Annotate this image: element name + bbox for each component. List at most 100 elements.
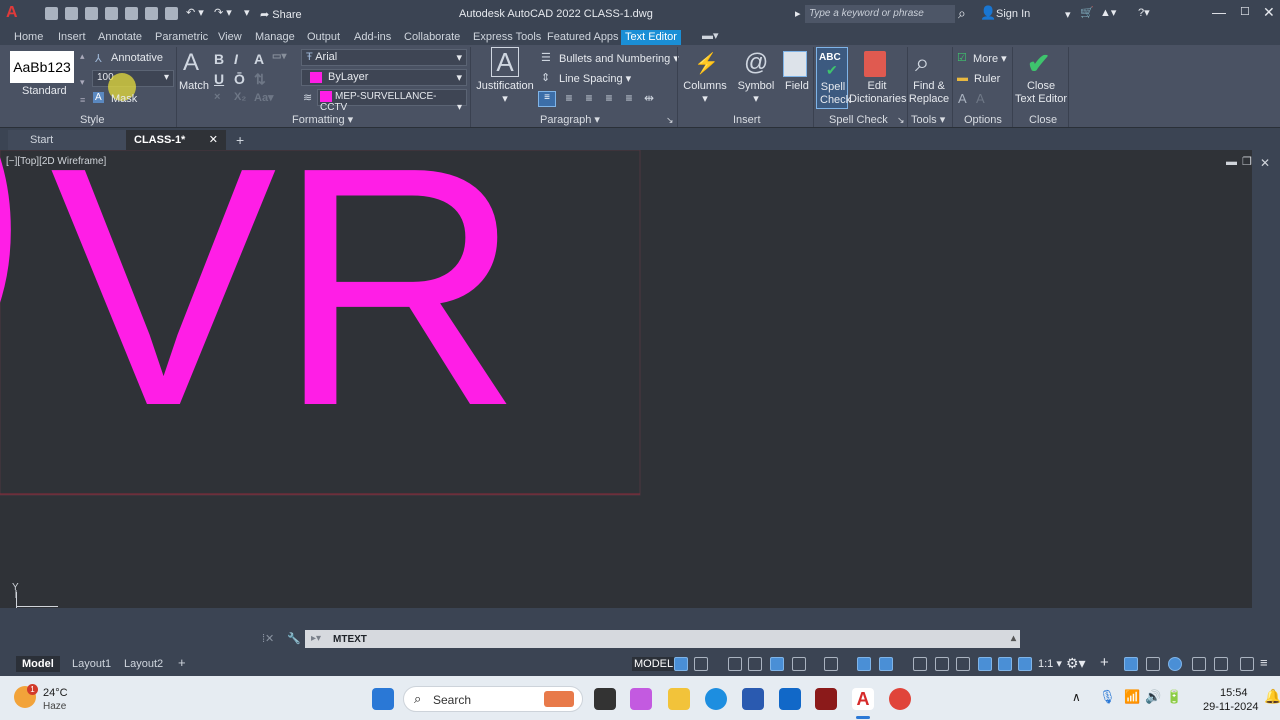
underline-button[interactable]: U [214, 71, 224, 87]
find-replace-button[interactable]: Find & Replace [908, 80, 950, 106]
paragraph-launcher-icon[interactable]: ↘ [666, 113, 674, 127]
save-icon[interactable] [85, 7, 98, 20]
mask-button[interactable]: Mask [111, 93, 137, 105]
italic-button[interactable]: I [234, 51, 238, 67]
bold-button[interactable]: B [214, 51, 224, 67]
clock-time[interactable]: 15:54 [1220, 687, 1248, 699]
sign-in-dropdown-icon[interactable]: ▾ [1065, 8, 1071, 21]
clock-date[interactable]: 29-11-2024 [1203, 701, 1258, 713]
taskbar-search-box[interactable]: ⌕ Search [403, 686, 583, 712]
justification-button[interactable]: Justification ▾ [476, 80, 534, 106]
color-dropdown[interactable]: ByLayer ▾ [301, 69, 467, 86]
save-web-icon[interactable] [145, 7, 158, 20]
overline-button[interactable]: Ō [234, 71, 245, 87]
paragraph-settings-icon[interactable]: ⇹ [640, 91, 658, 107]
superscript-icon[interactable]: × [214, 91, 220, 103]
redo-text-icon[interactable]: A [976, 91, 985, 106]
start-tab[interactable]: Start [8, 130, 126, 150]
workspace-gear-icon[interactable]: ⚙▾ [1066, 655, 1086, 672]
undo-text-icon[interactable]: A [958, 91, 967, 106]
lock-ui-icon[interactable] [1146, 657, 1160, 671]
hardware-acceleration-icon[interactable] [1192, 657, 1206, 671]
justify-icon[interactable]: ≡ [600, 91, 618, 107]
microsoft-store-icon[interactable] [742, 688, 764, 710]
command-history-icon[interactable]: ▴ [1011, 633, 1016, 644]
dynamic-input-icon[interactable] [748, 657, 762, 671]
grid-icon[interactable] [674, 657, 688, 671]
search-arrow-icon[interactable]: ▸ [795, 7, 801, 20]
autocad-logo-icon[interactable]: A [6, 4, 18, 22]
ribbon-toggle-icon[interactable]: ▬▾ [698, 29, 723, 44]
chrome-icon[interactable] [889, 688, 911, 710]
align-left-icon[interactable]: ≡ [538, 91, 556, 107]
tab-collaborate[interactable]: Collaborate [400, 30, 464, 45]
snap-icon[interactable] [694, 657, 708, 671]
new-tab-icon[interactable]: + [236, 132, 244, 148]
font-dropdown[interactable]: Ŧ Arial ▾ [301, 49, 467, 66]
bullets-numbering-button[interactable]: Bullets and Numbering ▾ [559, 52, 679, 65]
customization-icon[interactable] [1240, 657, 1254, 671]
tab-manage[interactable]: Manage [251, 30, 299, 45]
more-button[interactable]: More ▾ [973, 52, 1007, 65]
tab-parametric[interactable]: Parametric [151, 30, 212, 45]
close-window-icon[interactable]: ✕ [1263, 4, 1275, 21]
style-expand-icon[interactable]: ≡ [80, 95, 85, 105]
spell-launcher-icon[interactable]: ↘ [897, 113, 905, 127]
infer-constraints-icon[interactable] [728, 657, 742, 671]
tools-panel-title[interactable]: Tools ▾ [911, 113, 945, 127]
ruler-button[interactable]: Ruler [974, 73, 1000, 85]
share-button[interactable]: ➦ Share [260, 8, 302, 21]
notifications-icon[interactable]: 🔔 [1264, 688, 1280, 705]
annotation-visibility-icon[interactable] [978, 657, 992, 671]
object-snap-tracking-icon[interactable] [857, 657, 871, 671]
help-icon[interactable]: ?▾ [1138, 6, 1150, 19]
app-icon[interactable] [815, 688, 837, 710]
spell-check-button[interactable]: ABC ✔ Spell Check [816, 47, 851, 109]
quick-properties-icon[interactable] [1124, 657, 1138, 671]
new-file-icon[interactable] [45, 7, 58, 20]
strikethrough-button[interactable]: A [254, 51, 264, 67]
tab-insert[interactable]: Insert [54, 30, 90, 45]
redo-icon[interactable]: ↷ ▾ [214, 6, 232, 19]
plot-icon[interactable] [165, 7, 178, 20]
windows-start-icon[interactable] [372, 688, 394, 710]
tab-annotate[interactable]: Annotate [94, 30, 146, 45]
customize-icon[interactable]: ▾ [244, 6, 250, 19]
annotation-scale-button[interactable]: 1:1 ▾ [1038, 657, 1062, 670]
search-icon[interactable]: ⌕ [958, 5, 966, 22]
paragraph-panel-title[interactable]: Paragraph ▾ [540, 113, 600, 127]
tab-layout1[interactable]: Layout1 [66, 656, 117, 672]
isodraft-icon[interactable] [824, 657, 838, 671]
cart-icon[interactable]: 🛒 [1080, 6, 1094, 19]
selection-cycling-icon[interactable] [956, 657, 970, 671]
edge-browser-icon[interactable] [705, 688, 727, 710]
tab-view[interactable]: View [214, 30, 246, 45]
isolate-objects-icon[interactable] [1168, 657, 1182, 671]
object-snap-icon[interactable] [879, 657, 893, 671]
tray-overflow-icon[interactable]: ∧ [1072, 690, 1081, 704]
tab-model-layout[interactable]: Model [16, 656, 60, 672]
tab-layout2[interactable]: Layout2 [118, 656, 169, 672]
line-spacing-button[interactable]: Line Spacing ▾ [559, 72, 631, 85]
ortho-icon[interactable] [770, 657, 784, 671]
tab-home[interactable]: Home [10, 30, 47, 45]
annotative-button[interactable]: Annotative [111, 52, 163, 64]
undo-icon[interactable]: ↶ ▾ [186, 6, 204, 19]
clean-screen-icon[interactable] [1214, 657, 1228, 671]
drawing-area[interactable]: [−][Top][2D Wireframe] ▬ ❐ VR Y [0, 150, 1252, 608]
tab-output[interactable]: Output [303, 30, 344, 45]
add-layout-icon[interactable]: + [172, 653, 192, 672]
command-close-icon[interactable]: ⁞✕ [262, 632, 274, 645]
lineweight-icon[interactable] [913, 657, 927, 671]
sign-in-button[interactable]: Sign In [996, 8, 1030, 20]
close-tab-icon[interactable]: ✕ [209, 133, 218, 146]
tab-text-editor[interactable]: Text Editor [621, 30, 681, 45]
style-name[interactable]: Standard [22, 85, 67, 97]
add-icon[interactable]: + [1100, 654, 1109, 671]
symbol-button[interactable]: Symbol ▾ [736, 80, 776, 106]
save-as-icon[interactable] [105, 7, 118, 20]
copilot-icon[interactable] [630, 688, 652, 710]
distribute-icon[interactable]: ≡ [620, 91, 638, 107]
style-scroll-up-icon[interactable]: ▴ [80, 51, 85, 62]
outlook-icon[interactable] [779, 688, 801, 710]
